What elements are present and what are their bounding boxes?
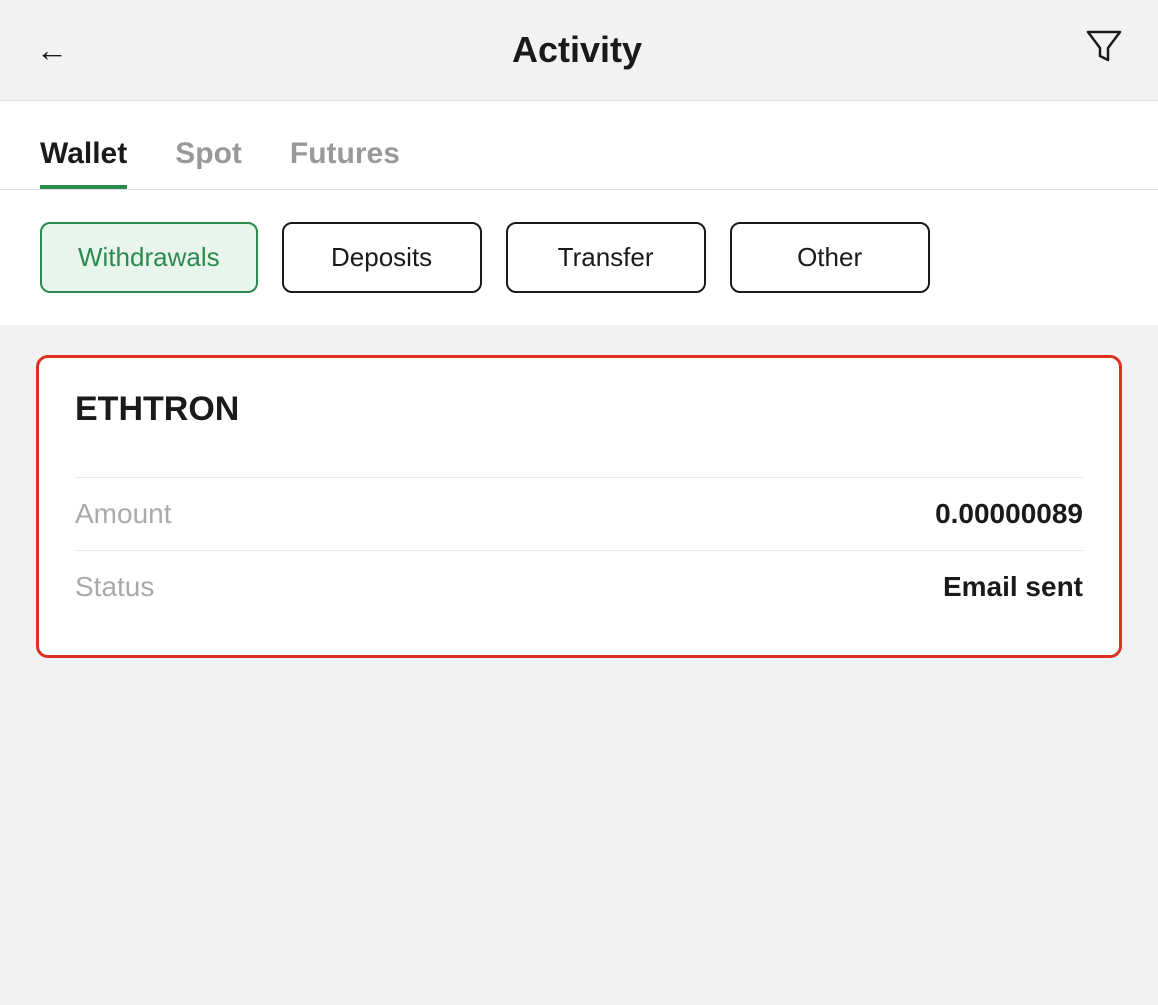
amount-label: Amount (75, 498, 172, 530)
filter-withdrawals[interactable]: Withdrawals (40, 222, 258, 293)
tab-futures[interactable]: Futures (290, 137, 400, 189)
transaction-card[interactable]: ETHTRON Amount 0.00000089 Status Email s… (36, 355, 1122, 658)
filter-button[interactable] (1086, 28, 1122, 72)
filter-other[interactable]: Other (730, 222, 930, 293)
tab-spot[interactable]: Spot (175, 137, 242, 189)
tabs-container: Wallet Spot Futures (40, 137, 1118, 189)
filter-transfer[interactable]: Transfer (506, 222, 706, 293)
tab-wallet[interactable]: Wallet (40, 137, 127, 189)
page-title: Activity (512, 29, 642, 71)
transaction-name: ETHTRON (75, 390, 1083, 429)
header: ← Activity (0, 0, 1158, 101)
back-button[interactable]: ← (36, 32, 68, 69)
content-area: Wallet Spot Futures Withdrawals Deposits… (0, 101, 1158, 325)
filter-buttons-container: Withdrawals Deposits Transfer Other (0, 190, 1158, 325)
status-label: Status (75, 571, 154, 603)
main-content: ETHTRON Amount 0.00000089 Status Email s… (0, 325, 1158, 925)
status-value: Email sent (943, 571, 1083, 603)
filter-icon (1086, 28, 1122, 64)
amount-row: Amount 0.00000089 (75, 477, 1083, 550)
filter-deposits[interactable]: Deposits (282, 222, 482, 293)
amount-value: 0.00000089 (935, 498, 1083, 530)
status-row: Status Email sent (75, 550, 1083, 623)
